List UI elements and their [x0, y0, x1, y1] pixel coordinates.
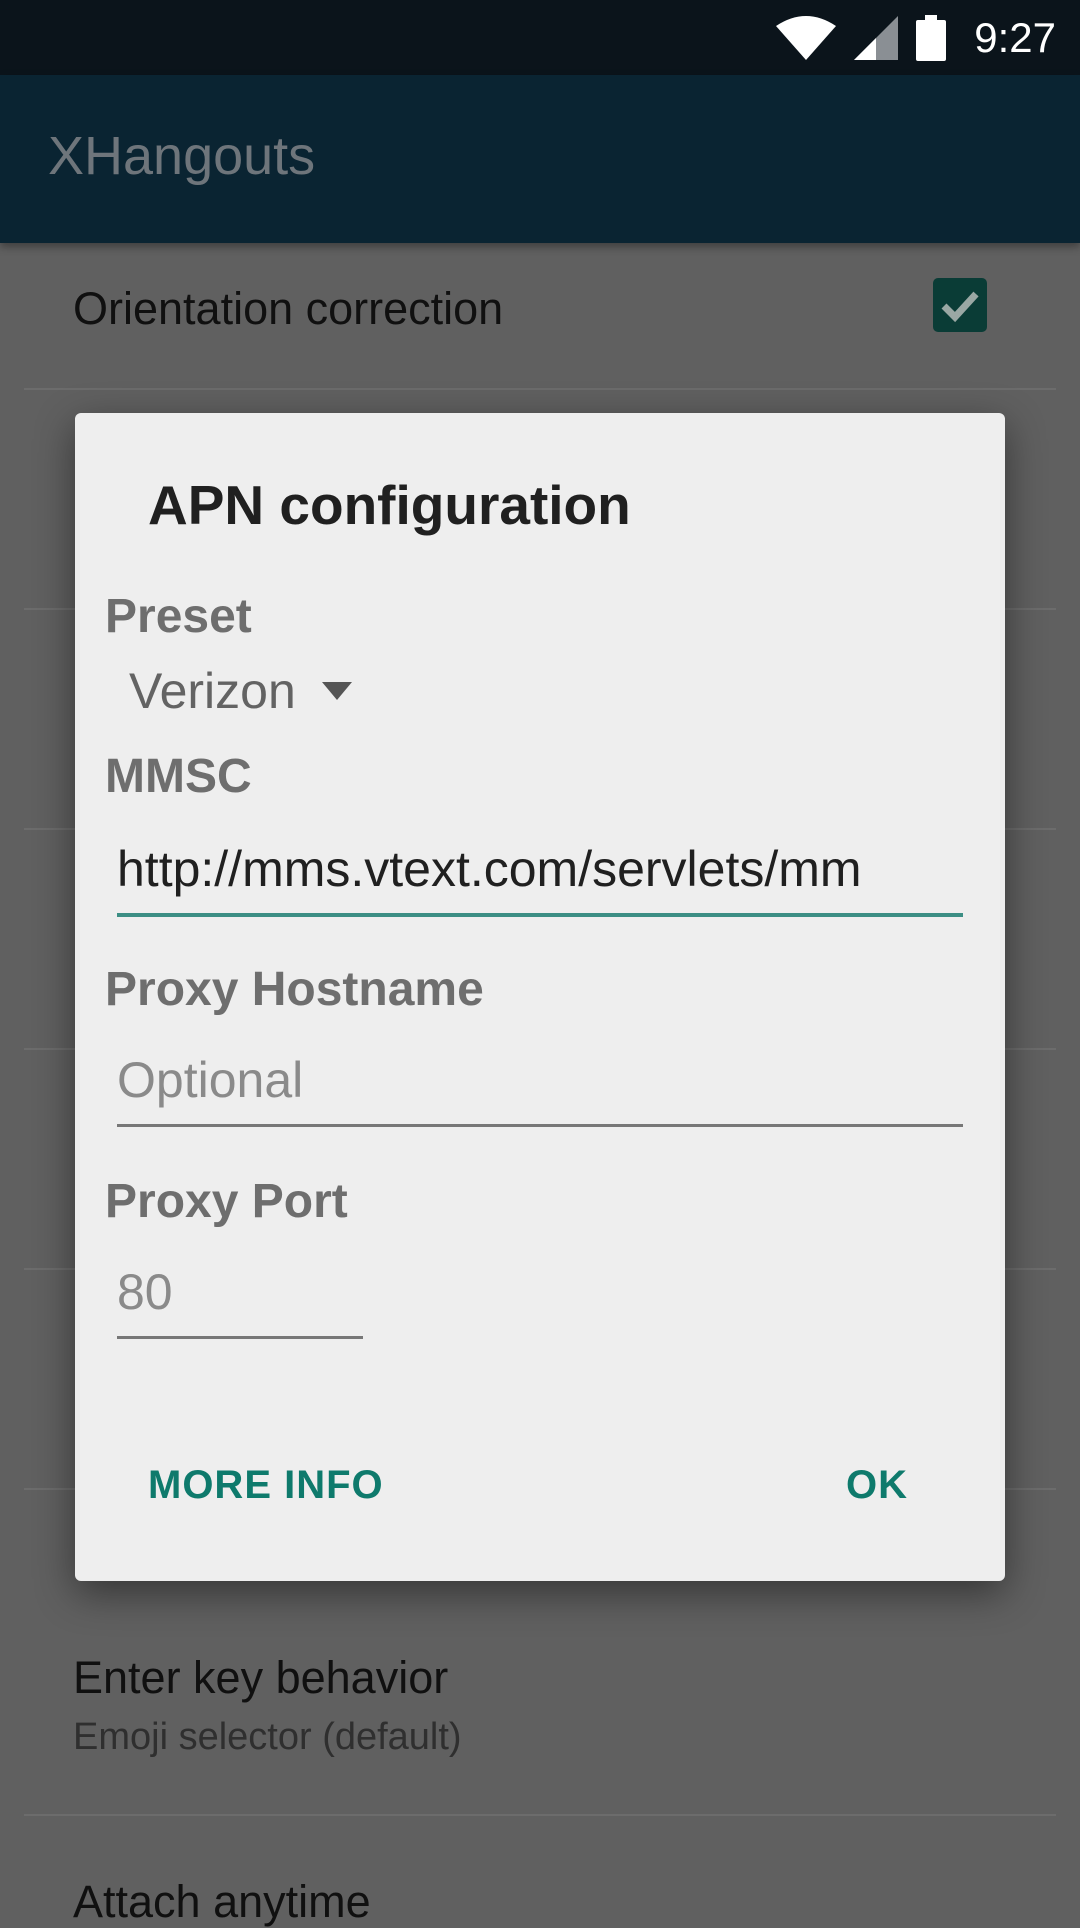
proxy-port-label: Proxy Port — [105, 1175, 348, 1228]
proxy-hostname-input[interactable] — [117, 1044, 963, 1127]
preset-value: Verizon — [129, 663, 296, 719]
status-time: 9:27 — [974, 13, 1056, 61]
status-bar: 9:27 — [0, 0, 1080, 75]
list-item-orientation[interactable]: Orientation correction — [24, 243, 1056, 390]
list-item-attach-anytime[interactable]: Attach anytime — [24, 1816, 1056, 1927]
more-info-button[interactable]: MORE INFO — [148, 1463, 384, 1508]
app-bar: XHangouts — [0, 75, 1080, 243]
wifi-icon — [776, 15, 837, 60]
mmsc-input[interactable] — [117, 833, 963, 917]
dialog-title: APN configuration — [148, 474, 631, 536]
apn-dialog: APN configuration Preset Verizon MMSC Pr… — [75, 413, 1005, 1581]
ok-button[interactable]: OK — [846, 1463, 908, 1508]
orientation-checkbox[interactable] — [933, 278, 987, 332]
cell-signal-icon — [854, 15, 899, 60]
enter-key-title: Enter key behavior — [73, 1652, 449, 1703]
proxy-hostname-label: Proxy Hostname — [105, 963, 484, 1016]
proxy-port-input[interactable] — [117, 1256, 363, 1339]
enter-key-subtitle: Emoji selector (default) — [73, 1716, 462, 1758]
checkmark-icon — [941, 291, 979, 323]
preset-dropdown[interactable]: Verizon — [129, 659, 352, 723]
orientation-title: Orientation correction — [73, 283, 504, 334]
attach-title: Attach anytime — [73, 1876, 371, 1927]
dropdown-arrow-icon — [321, 682, 352, 700]
status-icons: 9:27 — [776, 0, 1056, 75]
mmsc-label: MMSC — [105, 750, 252, 803]
app-title: XHangouts — [48, 126, 316, 186]
battery-icon — [916, 14, 947, 61]
preset-label: Preset — [105, 590, 252, 643]
